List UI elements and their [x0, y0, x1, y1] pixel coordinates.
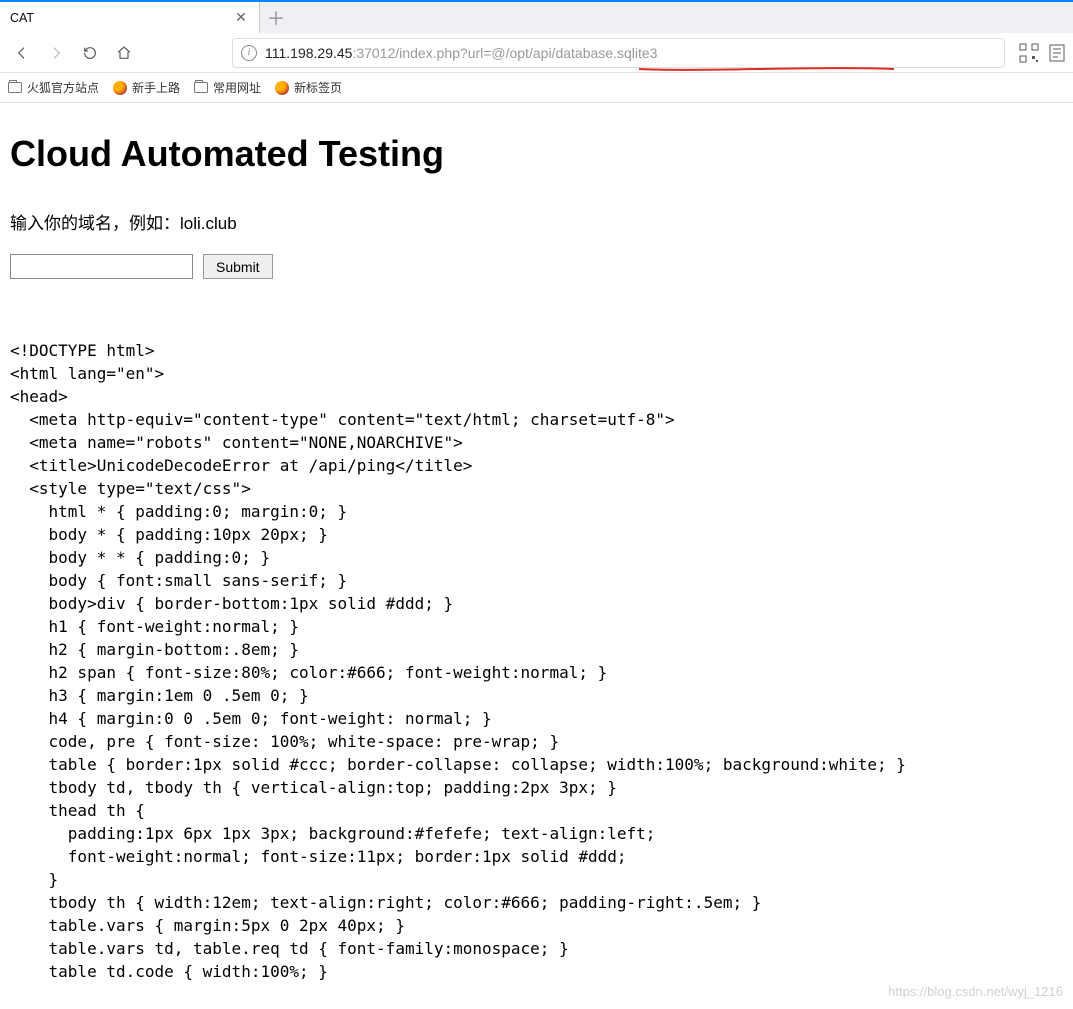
browser-tab[interactable]: CAT ✕ — [0, 2, 260, 33]
form-row: Submit — [10, 254, 1063, 279]
bookmark-label: 新手上路 — [132, 79, 180, 96]
url-text: 111.198.29.45:37012/index.php?url=@/opt/… — [265, 45, 996, 61]
tab-strip: CAT ✕ ＋ — [0, 0, 1073, 33]
bookmark-label: 新标签页 — [294, 79, 342, 96]
domain-input[interactable] — [10, 254, 193, 279]
bookmarks-bar: 火狐官方站点 新手上路 常用网址 新标签页 — [0, 73, 1073, 103]
forward-button[interactable] — [40, 37, 72, 69]
page-title: Cloud Automated Testing — [10, 133, 1063, 175]
nav-toolbar: i 111.198.29.45:37012/index.php?url=@/op… — [0, 33, 1073, 73]
new-tab-button[interactable]: ＋ — [260, 2, 292, 33]
bookmark-item[interactable]: 常用网址 — [194, 79, 261, 96]
globe-icon — [275, 81, 289, 95]
bookmark-label: 常用网址 — [213, 79, 261, 96]
tab-title: CAT — [10, 11, 233, 25]
bookmark-label: 火狐官方站点 — [27, 79, 99, 96]
reader-icon[interactable] — [1047, 43, 1067, 63]
bookmark-item[interactable]: 火狐官方站点 — [8, 79, 99, 96]
globe-icon — [113, 81, 127, 95]
intro-text: 输入你的域名，例如：loli.club — [10, 209, 1063, 234]
response-source: <!DOCTYPE html> <html lang="en"> <head> … — [10, 339, 1063, 983]
back-button[interactable] — [6, 37, 38, 69]
annotation-underline — [639, 60, 894, 67]
page-content: Cloud Automated Testing 输入你的域名，例如：loli.c… — [0, 103, 1073, 993]
qr-icon[interactable] — [1019, 43, 1039, 63]
reload-button[interactable] — [74, 37, 106, 69]
submit-button[interactable]: Submit — [203, 254, 273, 279]
bookmark-item[interactable]: 新手上路 — [113, 79, 180, 96]
home-button[interactable] — [108, 37, 140, 69]
folder-icon — [8, 82, 22, 93]
site-info-icon[interactable]: i — [241, 45, 257, 61]
folder-icon — [194, 82, 208, 93]
address-bar[interactable]: i 111.198.29.45:37012/index.php?url=@/op… — [232, 38, 1005, 68]
addressbar-right-icons — [1019, 43, 1067, 63]
close-icon[interactable]: ✕ — [233, 10, 249, 26]
bookmark-item[interactable]: 新标签页 — [275, 79, 342, 96]
